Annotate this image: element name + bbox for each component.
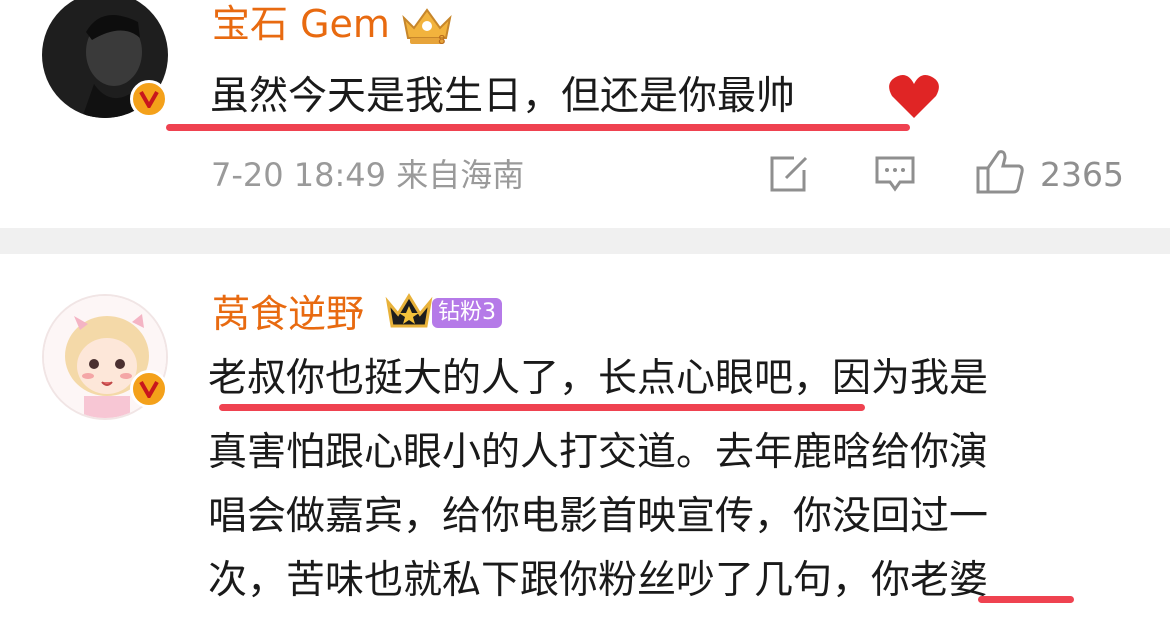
comment-item: 莴食逆野 钻粉3 老叔你也挺大的人了，长点心眼吧，因为我是 真害怕跟心眼小的人打…	[0, 254, 1170, 620]
comment-item: 宝石 Gem 8 虽然今天是我生日，但还是你最帅 7-20 18:49 来自海南	[0, 0, 1170, 228]
username[interactable]: 莴食逆野	[212, 292, 364, 336]
divider	[0, 228, 1170, 254]
verified-v-icon	[130, 80, 168, 118]
highlight-underline	[978, 596, 1074, 603]
comment-text: 虽然今天是我生日，但还是你最帅	[210, 74, 796, 119]
highlight-underline	[166, 124, 910, 131]
like-icon[interactable]	[975, 148, 1025, 200]
highlight-underline	[219, 404, 865, 411]
comment-text-line: 次，苦味也就私下跟你粉丝吵了几句，你老婆	[208, 558, 989, 603]
comment-meta: 7-20 18:49 来自海南	[211, 156, 525, 194]
username[interactable]: 宝石 Gem	[212, 2, 390, 46]
svg-text:8: 8	[438, 33, 446, 46]
comment-text-line: 真害怕跟心眼小的人打交道。去年鹿晗给你演	[208, 430, 989, 475]
reply-icon[interactable]	[874, 154, 916, 198]
comment-text-line: 唱会做嘉宾，给你电影首映宣传，你没回过一	[208, 494, 989, 539]
comment-text-line: 老叔你也挺大的人了，长点心眼吧，因为我是	[208, 356, 989, 401]
fan-level-badge: 钻粉3	[432, 298, 502, 328]
crown-icon	[384, 292, 434, 336]
verified-v-icon	[130, 370, 168, 408]
like-count: 2365	[1040, 155, 1124, 194]
repost-icon[interactable]	[768, 154, 810, 198]
vip-crown-icon: 8	[398, 6, 456, 50]
heart-icon	[886, 72, 942, 126]
